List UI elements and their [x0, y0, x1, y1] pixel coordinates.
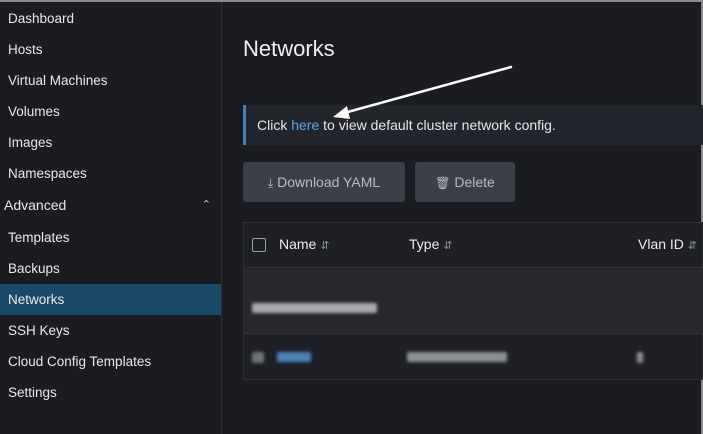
redacted-group-label [252, 303, 377, 313]
table-row[interactable] [244, 333, 703, 379]
sidebar-group-advanced[interactable]: Advanced ⌃ [0, 190, 221, 221]
download-yaml-label: Download YAML [277, 174, 381, 190]
sidebar-item-namespaces[interactable]: Namespaces [0, 158, 221, 189]
banner-text: Click here to view default cluster netwo… [257, 117, 556, 133]
table-group-row [244, 269, 703, 333]
sidebar-item-ssh-keys[interactable]: SSH Keys [0, 315, 221, 346]
sort-icon: ⇵ [443, 240, 453, 252]
sidebar-item-templates[interactable]: Templates [0, 222, 221, 253]
sidebar-item-volumes[interactable]: Volumes [0, 96, 221, 127]
column-header-vlan-id[interactable]: Vlan ID ⇵ [638, 236, 697, 252]
sidebar-item-virtual-machines[interactable]: Virtual Machines [0, 65, 221, 96]
sort-icon: ⇵ [320, 240, 330, 252]
column-type-label: Type [409, 236, 440, 252]
redacted-network-type [407, 352, 507, 362]
sidebar: Dashboard Hosts Virtual Machines Volumes… [0, 2, 222, 434]
delete-label: Delete [454, 174, 495, 190]
sidebar-item-cloud-config-templates[interactable]: Cloud Config Templates [0, 346, 221, 377]
sidebar-item-hosts[interactable]: Hosts [0, 34, 221, 65]
sidebar-item-settings[interactable]: Settings [0, 377, 221, 408]
banner-prefix: Click [257, 117, 292, 133]
sidebar-item-images[interactable]: Images [0, 127, 221, 158]
redacted-row-checkbox [252, 352, 264, 363]
column-vlan-label: Vlan ID [638, 236, 684, 252]
redacted-network-name [277, 352, 311, 362]
redacted-vlan-id [637, 352, 643, 363]
download-yaml-button[interactable]: ⤓ Download YAML [243, 162, 405, 202]
info-banner: Click here to view default cluster netwo… [243, 105, 703, 145]
trash-icon: 🗑 [435, 176, 451, 190]
banner-suffix: to view default cluster network config. [319, 117, 556, 133]
chevron-up-icon[interactable]: ⌃ [202, 190, 211, 221]
sidebar-item-dashboard[interactable]: Dashboard [0, 3, 221, 34]
delete-button[interactable]: 🗑 Delete [415, 162, 515, 202]
column-header-type[interactable]: Type ⇵ [409, 236, 453, 252]
networks-table: Name ⇵ Type ⇵ Vlan ID ⇵ [243, 222, 703, 380]
page-title: Networks [243, 36, 335, 61]
sort-icon: ⇵ [687, 240, 698, 252]
sidebar-group-label: Advanced [4, 197, 67, 213]
table-header: Name ⇵ Type ⇵ Vlan ID ⇵ [244, 223, 703, 268]
select-all-checkbox[interactable] [252, 238, 266, 252]
banner-here-link[interactable]: here [291, 117, 319, 133]
sidebar-item-backups[interactable]: Backups [0, 253, 221, 284]
column-name-label: Name [279, 236, 317, 252]
column-header-name[interactable]: Name ⇵ [279, 236, 330, 252]
sidebar-item-networks[interactable]: Networks [0, 284, 221, 315]
download-icon: ⤓ [267, 176, 274, 190]
main-content: Networks Click here to view default clus… [223, 2, 703, 434]
